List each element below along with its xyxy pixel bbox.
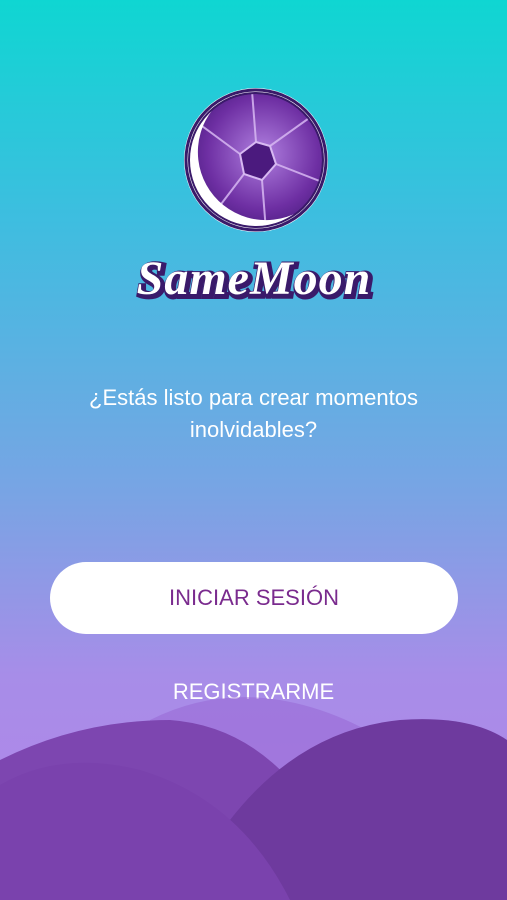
welcome-tagline: ¿Estás listo para crear momentos inolvid…	[89, 385, 418, 442]
brand-wordmark-text: SameMoon	[136, 252, 371, 305]
app-logo: SameMoon SameMoon	[0, 80, 507, 320]
moon-aperture-logo-icon	[184, 88, 328, 232]
brand-wordmark: SameMoon SameMoon	[0, 250, 507, 310]
brand-wordmark-graphic: SameMoon SameMoon	[135, 251, 375, 310]
decorative-hills	[0, 697, 507, 900]
login-button[interactable]: INICIAR SESIÓN	[50, 562, 458, 634]
